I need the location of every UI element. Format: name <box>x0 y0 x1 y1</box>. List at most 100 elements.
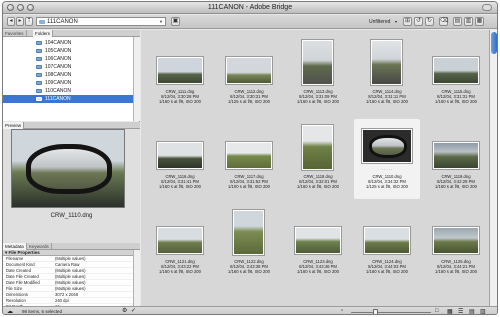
thumbnail-cell[interactable]: CRW_1123.dng 8/12/04, 3:43:48 PM 1/160 s… <box>285 204 351 284</box>
folder-label: 108CANON <box>45 72 72 78</box>
check-icon[interactable]: ✓ <box>131 307 136 314</box>
thumbnail-exposure: 1/160 s at f/8, ISO 200 <box>159 269 201 274</box>
thumbnail-cell[interactable]: CRW_1112.dng 8/12/04, 3:30:31 PM 1/125 s… <box>216 34 282 114</box>
thumbnail-size-slider-knob[interactable] <box>373 309 378 314</box>
thumbnail-exposure: 1/160 s at f/8, ISO 200 <box>297 99 339 104</box>
view-mode-button[interactable]: ▤ <box>453 17 462 26</box>
forward-button[interactable]: ▸ <box>16 17 24 26</box>
folder-item-selected[interactable]: 111CANON <box>3 95 133 103</box>
metadata-scrollbar[interactable] <box>133 250 140 306</box>
new-folder-button[interactable]: ⊞ <box>403 17 412 26</box>
thumbnail-image <box>433 142 479 169</box>
thumbnail-image <box>226 57 272 84</box>
thumbnail-image <box>433 57 479 84</box>
up-folder-button[interactable]: ⇡ <box>25 17 33 26</box>
folder-icon <box>36 57 42 61</box>
trash-button[interactable]: ⌫ <box>439 17 448 26</box>
folder-item[interactable]: 108CANON <box>3 71 133 79</box>
toolbar: ◂ ▸ ⇡ 111CANON ▼ ▣ Unfiltered ▾ ⊞ ↺ ↻ ⌫ … <box>3 15 497 29</box>
go-to-parent-folder-button[interactable]: ▣ <box>171 17 180 26</box>
rating-dots[interactable]: . . . . . <box>354 166 420 172</box>
thumbnail-cell[interactable]: CRW_1122.dng 8/12/04, 3:43:38 PM 1/160 s… <box>216 204 282 284</box>
thumbnail-exposure: 1/160 s at f/8, ISO 200 <box>228 269 270 274</box>
thumbnail-cell[interactable]: CRW_1121.dng 8/12/04, 3:43:22 PM 1/160 s… <box>147 204 213 284</box>
folder-item[interactable]: 110CANON <box>3 87 133 95</box>
thumbnail-exposure: 1/160 s at f/8, ISO 200 <box>435 99 477 104</box>
thumbnail-exposure: 1/160 s at f/8, ISO 200 <box>366 269 408 274</box>
metadata-tab-row: Metadata Keywords <box>3 243 140 250</box>
view-filmstrip-icon[interactable]: ▥ <box>480 308 486 314</box>
content-grid: CRW_1111.dng 8/12/04, 3:30:28 PM 1/160 s… <box>141 30 489 306</box>
folder-label: 109CANON <box>45 80 72 86</box>
folder-label: 111CANON <box>45 96 71 102</box>
content-scrollbar[interactable] <box>489 30 497 306</box>
thumbnail-cell[interactable]: CRW_1111.dng 8/12/04, 3:30:28 PM 1/160 s… <box>147 34 213 114</box>
view-grid-icon[interactable]: ▦ <box>447 308 453 314</box>
thumbnail-cell[interactable]: CRW_1125.dng 8/12/04, 3:44:21 PM 1/160 s… <box>423 204 489 284</box>
folder-item[interactable]: 109CANON <box>3 79 133 87</box>
thumbnail-cell[interactable]: CRW_1113.dng 8/12/04, 3:31:09 PM 1/160 s… <box>285 34 351 114</box>
filter-menu[interactable]: Unfiltered <box>369 19 390 25</box>
left-panel-footer: ⚙ ✓ <box>121 306 140 314</box>
folder-label: 106CANON <box>45 56 72 62</box>
thumbnail-exposure: 1/160 s at f/8, ISO 200 <box>159 184 201 189</box>
thumbnail-cell[interactable]: CRW_1114.dng 8/12/04, 3:31:11 PM 1/160 s… <box>354 34 420 114</box>
scrollbar-thumb[interactable] <box>491 32 497 54</box>
rotate-right-button[interactable]: ↻ <box>425 17 434 26</box>
thumbnail-cell[interactable]: CRW_1116.dng 8/12/04, 3:31:41 PM 1/160 s… <box>147 119 213 199</box>
folder-icon <box>36 49 42 53</box>
network-icon[interactable]: ☁ <box>7 308 13 314</box>
thumbnail-exposure: 1/160 s at f/8, ISO 200 <box>159 99 201 104</box>
folder-scrollbar[interactable] <box>133 37 140 121</box>
thumbnail-cell[interactable]: CRW_1118.dng 8/12/04, 3:32:01 PM 1/160 s… <box>285 119 351 199</box>
thumbnail-image <box>157 142 203 169</box>
thumbnail-cell[interactable]: CRW_1119.dng 8/12/04, 3:42:28 PM 1/160 s… <box>423 119 489 199</box>
preview-tab-row: Preview <box>3 122 140 129</box>
thumbnail-exposure: 1/160 s at f/8, ISO 200 <box>297 184 339 189</box>
folder-icon <box>36 81 42 85</box>
folder-item[interactable]: 104CANON <box>3 39 133 47</box>
tab-folders[interactable]: Folders <box>33 30 54 37</box>
tab-preview[interactable]: Preview <box>3 122 25 129</box>
folder-label: 104CANON <box>45 40 72 46</box>
details-view-button[interactable]: ▥ <box>464 17 473 26</box>
folder-icon <box>36 73 42 77</box>
folder-icon <box>39 20 45 24</box>
thumbnail-image <box>233 210 264 255</box>
folder-label: 107CANON <box>45 64 72 70</box>
preview-image <box>11 129 125 208</box>
thumbnail-image <box>157 227 203 254</box>
folder-item[interactable]: 106CANON <box>3 55 133 63</box>
settings-icon[interactable]: ⚙ <box>122 307 127 314</box>
tab-favorites[interactable]: Favorites <box>3 30 27 37</box>
large-thumb-icon[interactable]: □ <box>435 308 439 314</box>
thumbnail-cell[interactable]: CRW_1115.dng 8/12/04, 3:31:31 PM 1/160 s… <box>423 34 489 114</box>
section-title: File Properties <box>8 250 40 255</box>
path-dropdown[interactable]: 111CANON ▼ <box>36 17 166 26</box>
toolbar-toggle-button[interactable] <box>482 4 492 11</box>
side-mirror-shape <box>369 135 407 158</box>
back-button[interactable]: ◂ <box>7 17 15 26</box>
view-list-icon[interactable]: ☰ <box>458 308 463 314</box>
thumbnail-exposure: 1/160 s at f/8, ISO 200 <box>366 99 408 104</box>
thumbnail-cell[interactable]: CRW_1117.dng 8/12/04, 3:31:52 PM 1/100 s… <box>216 119 282 199</box>
small-thumb-icon[interactable]: ▫ <box>341 308 343 314</box>
folder-item[interactable]: 107CANON <box>3 63 133 71</box>
thumbnail-exposure: 1/125 s at f/8, ISO 200 <box>228 99 270 104</box>
thumbnail-image <box>364 227 410 254</box>
thumbnail-image <box>302 125 333 170</box>
status-bar: ☁ 98 items, 6 selected ▫ □ ▦ ☰ ▤ ▥ <box>3 306 497 314</box>
folder-item[interactable]: 105CANON <box>3 47 133 55</box>
thumbnail-cell-selected[interactable]: . . . . . CRW_1110.dng 8/12/04, 3:34:32 … <box>354 119 420 199</box>
metadata-panel: ▾ File Properties Filename (Multiple valu… <box>3 250 133 306</box>
folder-icon <box>36 65 42 69</box>
compact-mode-button[interactable]: ▦ <box>475 17 484 26</box>
view-details-icon[interactable]: ▤ <box>469 308 475 314</box>
thumbnail-cell[interactable]: CRW_1124.dng 8/12/04, 3:44:03 PM 1/160 s… <box>354 204 420 284</box>
tab-keywords[interactable]: Keywords <box>27 243 52 250</box>
tab-metadata[interactable]: Metadata <box>3 243 27 250</box>
rotate-left-button[interactable]: ↺ <box>414 17 423 26</box>
window-title: 111CANON - Adobe Bridge <box>207 4 293 11</box>
thumbnail-size-slider-track[interactable] <box>351 312 431 313</box>
folders-tab-row: Favorites Folders <box>3 30 140 37</box>
